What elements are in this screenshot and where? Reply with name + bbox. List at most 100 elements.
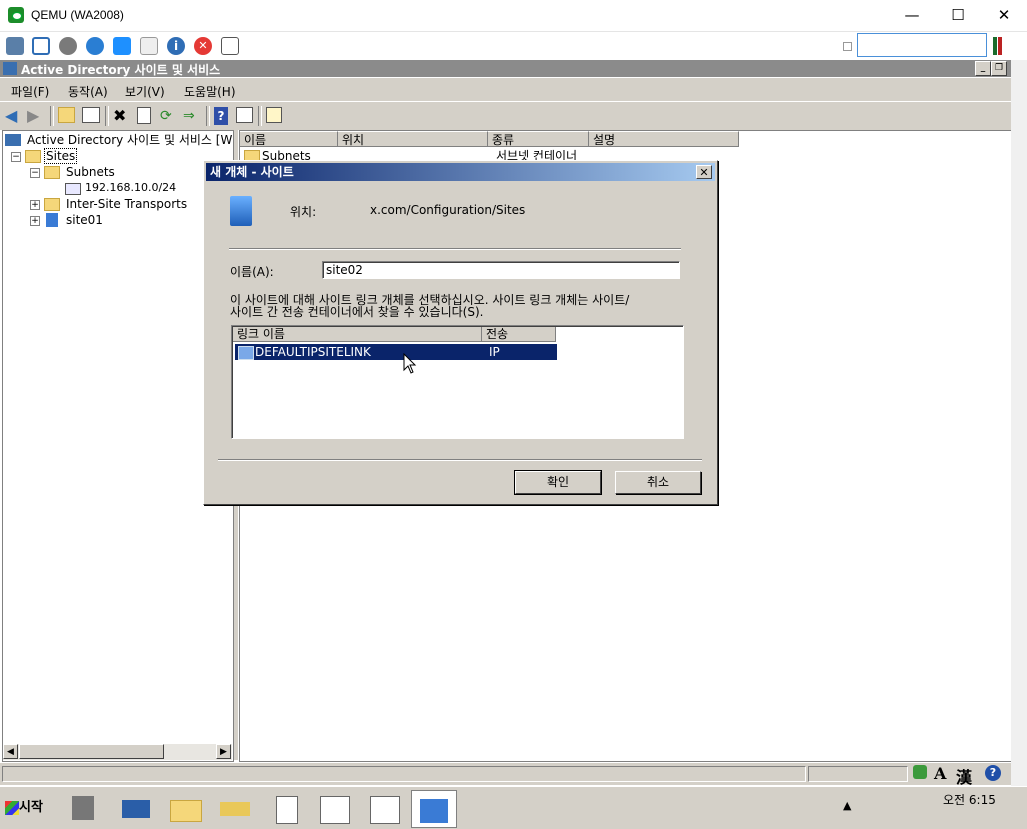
refresh-icon[interactable]: ⟳: [160, 107, 178, 125]
mmc-title-text: Active Directory 사이트 및 서비스: [21, 63, 221, 77]
mmc-titlebar: Active Directory 사이트 및 서비스 _ ❐: [0, 60, 1011, 77]
filter-icon[interactable]: [266, 107, 282, 123]
dialog-titlebar: 새 개체 - 사이트 ✕: [206, 163, 715, 181]
ime-mode[interactable]: A: [934, 764, 946, 783]
menu-file[interactable]: 파일(F): [11, 83, 49, 100]
qemu-app-icon: [8, 7, 24, 23]
close-button[interactable]: ✕: [981, 0, 1027, 31]
column-header-name[interactable]: 이름: [240, 131, 338, 147]
site-link-name: DEFAULTIPSITELINK: [255, 345, 371, 359]
collapse-subnets-icon[interactable]: −: [30, 168, 40, 178]
refresh-icon[interactable]: [86, 37, 104, 55]
shutdown-doc-icon[interactable]: [221, 37, 239, 55]
checkbox-small[interactable]: [843, 42, 852, 51]
dialog-close-button[interactable]: ✕: [696, 165, 712, 179]
link-column-transport[interactable]: 전송: [482, 327, 556, 342]
maximize-button[interactable]: ☐: [935, 0, 981, 31]
mdi-restore-button[interactable]: ❐: [991, 61, 1007, 76]
qemu-window-titlebar: QEMU (WA2008) — ☐ ✕: [0, 0, 1027, 32]
taskbar-sites-services-icon[interactable]: [411, 790, 457, 828]
taskbar-mmc-icon[interactable]: [312, 790, 356, 826]
menu-help[interactable]: 도움말(H): [184, 83, 236, 100]
status-panel-main: [2, 766, 806, 782]
site-icon: [46, 213, 58, 227]
stop-icon[interactable]: ✕: [194, 37, 212, 55]
show-tree-icon[interactable]: [82, 107, 100, 123]
windows-icon[interactable]: [113, 37, 131, 55]
expand-site01-icon[interactable]: +: [30, 216, 40, 226]
ime-help-icon[interactable]: ?: [985, 765, 1001, 781]
mmc-toolbar: ◀ ▶ ✖ ⟳ ⇒ ?: [0, 101, 1011, 130]
menu-bar: 파일(F) 동작(A) 보기(V) 도움말(H): [0, 78, 1011, 101]
site-object-icon: [230, 196, 252, 226]
site-link-transport: IP: [489, 345, 500, 359]
cancel-button[interactable]: 취소: [615, 471, 701, 494]
tray-expand-icon[interactable]: ▲: [843, 799, 851, 812]
console-tree: Active Directory 사이트 및 서비스 [W − Sites − …: [2, 130, 234, 762]
tree-horizontal-scrollbar[interactable]: ◀ ▶: [3, 744, 232, 760]
taskbar-server-manager-icon[interactable]: [62, 790, 106, 826]
tree-subnets-label: Subnets: [66, 165, 115, 179]
name-label: 이름(A):: [230, 265, 274, 279]
site-link-icon: [238, 346, 254, 360]
subnet-icon: [65, 183, 81, 195]
color-strip-red: [998, 37, 1002, 55]
column-header-type[interactable]: 종류: [488, 131, 589, 147]
scroll-left-button[interactable]: ◀: [3, 744, 18, 759]
folder-icon: [44, 198, 60, 211]
windows-logo-icon: [5, 800, 19, 815]
delete-icon[interactable]: ✖: [113, 107, 131, 125]
fullscreen-icon[interactable]: [32, 37, 50, 55]
folder-icon: [25, 150, 41, 163]
clock-time[interactable]: 오전 6:15: [943, 791, 996, 808]
export-list-icon[interactable]: ⇒: [183, 107, 201, 125]
tree-root-label: Active Directory 사이트 및 서비스 [W: [27, 133, 233, 147]
properties-icon[interactable]: [137, 107, 151, 124]
location-label: 위치:: [290, 205, 317, 219]
collapse-sites-icon[interactable]: −: [11, 152, 21, 162]
color-strip-green: [993, 37, 997, 55]
sites-services-icon: [3, 62, 17, 75]
qemu-vertical-scrollbar[interactable]: [1011, 60, 1027, 812]
language-bar-icon[interactable]: [913, 765, 927, 779]
action-pane-icon[interactable]: [236, 107, 253, 123]
help-icon[interactable]: ?: [214, 107, 228, 125]
start-button[interactable]: 시작: [2, 793, 52, 823]
taskbar-explorer-icon[interactable]: [164, 790, 208, 826]
status-bar: A 漢 ?: [0, 763, 1011, 788]
menu-action[interactable]: 동작(A): [68, 83, 108, 100]
scroll-right-button[interactable]: ▶: [216, 744, 231, 759]
scroll-thumb[interactable]: [19, 744, 164, 759]
ime-hanja[interactable]: 漢: [956, 764, 972, 788]
link-column-name[interactable]: 링크 이름: [233, 327, 482, 342]
menu-view[interactable]: 보기(V): [125, 83, 165, 100]
start-label: 시작: [19, 800, 43, 815]
expand-inter-site-icon[interactable]: +: [30, 200, 40, 210]
forward-arrow-icon[interactable]: ▶: [27, 107, 45, 125]
taskbar-notepad-icon[interactable]: [264, 790, 308, 826]
site-link-row[interactable]: DEFAULTIPSITELINK IP: [235, 344, 557, 360]
site-name-input[interactable]: [322, 261, 680, 279]
dialog-title: 새 개체 - 사이트: [210, 165, 294, 179]
ok-button[interactable]: 확인: [514, 470, 602, 495]
tree-sites-label: Sites: [44, 148, 78, 164]
gear-icon[interactable]: [59, 37, 77, 55]
mdi-minimize-button[interactable]: _: [975, 61, 991, 76]
document-icon[interactable]: [140, 37, 158, 55]
taskbar-mmc2-icon[interactable]: [362, 790, 406, 826]
taskbar-powershell-icon[interactable]: [114, 790, 158, 826]
taskbar-folder-icon[interactable]: [214, 790, 258, 826]
settings-cubes-icon[interactable]: [6, 37, 24, 55]
up-folder-icon[interactable]: [58, 107, 75, 123]
folder-icon: [44, 166, 60, 179]
column-header-description[interactable]: 설명: [589, 131, 739, 147]
back-arrow-icon[interactable]: ◀: [5, 107, 23, 125]
search-input[interactable]: [857, 33, 987, 57]
new-site-dialog: 새 개체 - 사이트 ✕ 위치: x.com/Configuration/Sit…: [203, 160, 718, 505]
minimize-button[interactable]: —: [889, 0, 935, 31]
status-panel-secondary: [808, 766, 908, 782]
instruction-line2: 사이트 간 전송 컨테이너에서 찾을 수 있습니다(S).: [230, 305, 484, 319]
column-header-location[interactable]: 위치: [338, 131, 488, 147]
info-icon[interactable]: i: [167, 37, 185, 55]
site-link-list[interactable]: 링크 이름 전송 DEFAULTIPSITELINK IP: [231, 325, 684, 439]
